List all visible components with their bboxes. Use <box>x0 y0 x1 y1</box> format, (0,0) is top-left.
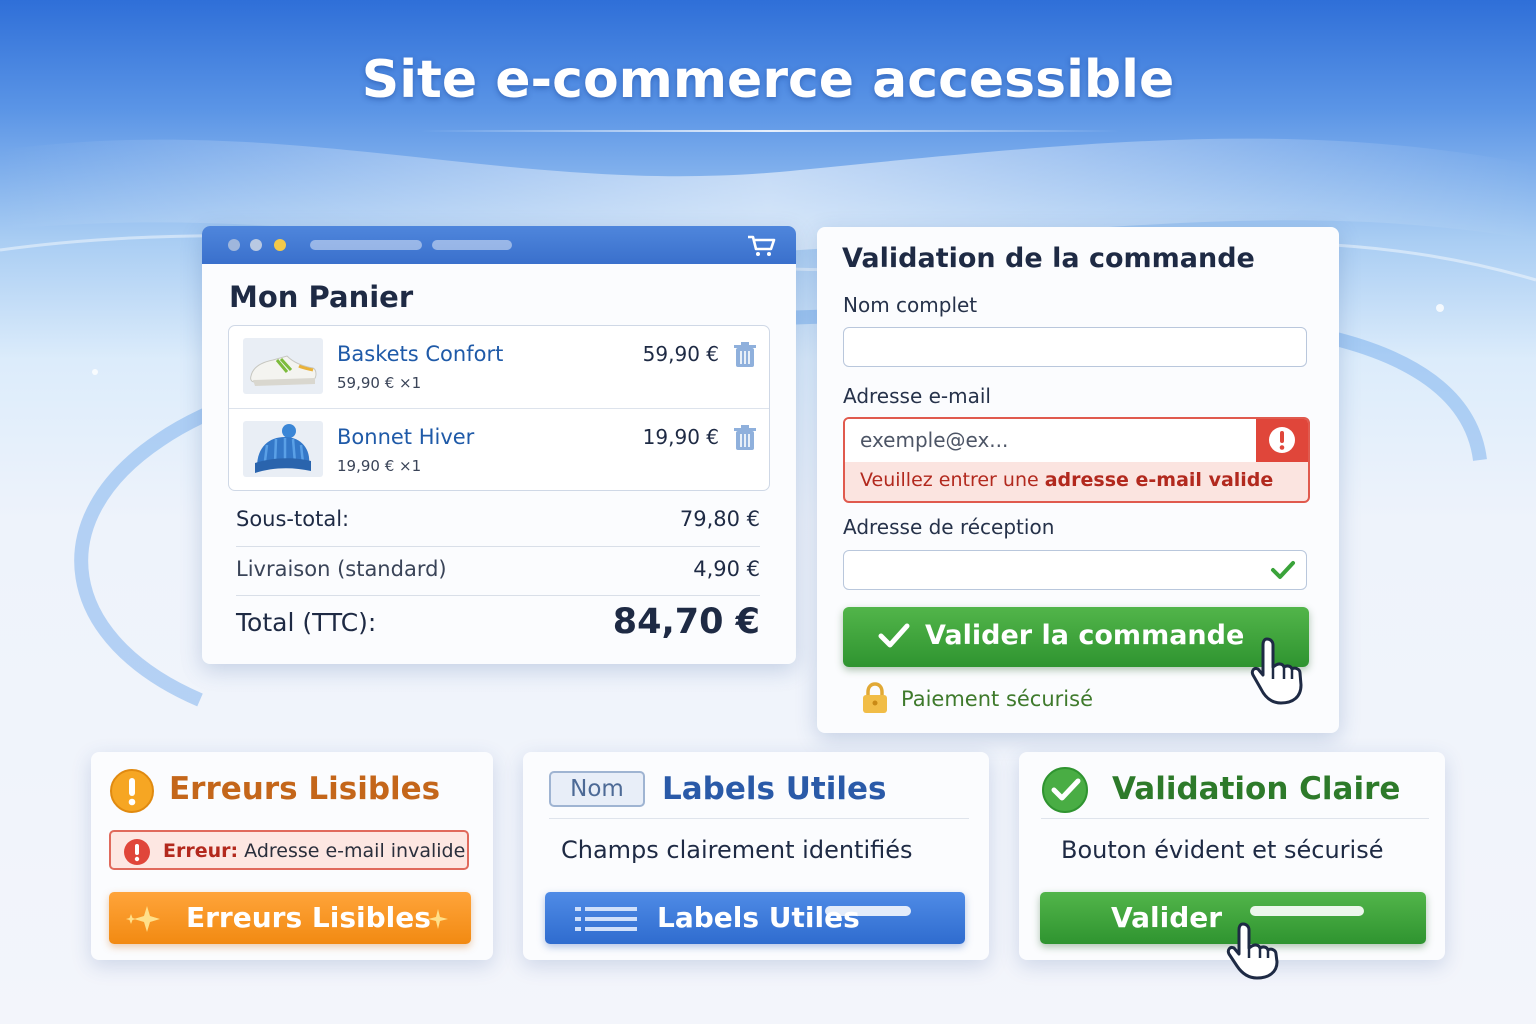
readable-errors-button[interactable]: Erreurs Lisibles <box>109 892 471 944</box>
card-description: Champs clairement identifiés <box>561 836 913 864</box>
window-dot <box>228 239 240 251</box>
shipping-address-label: Adresse de réception <box>843 515 1055 539</box>
highlight-stroke <box>1250 906 1364 916</box>
alert-icon <box>124 839 150 865</box>
cart-items-list: Baskets Confort 59,90 € ×1 59,90 € Bonne… <box>228 325 770 491</box>
shipping-address-input[interactable] <box>843 550 1307 590</box>
highlight-stroke <box>825 906 911 916</box>
secure-payment-label: Paiement sécurisé <box>901 687 1093 711</box>
trash-icon[interactable] <box>733 425 757 451</box>
error-chip-text: Erreur: Adresse e-mail invalide <box>163 840 466 862</box>
subtotal-value: 79,80 € <box>679 507 760 531</box>
page-title: Site e-commerce accessible <box>361 50 1175 110</box>
beanie-icon <box>243 421 323 477</box>
useful-labels-button[interactable]: Labels Utiles <box>545 892 965 944</box>
shipping-row: Livraison (standard) 4,90 € <box>236 557 760 581</box>
list-icon <box>575 907 637 931</box>
title-divider <box>420 130 1120 132</box>
card-description: Bouton évident et sécurisé <box>1061 836 1384 864</box>
address-bar-placeholder <box>432 240 512 250</box>
item-price: 19,90 € <box>642 425 719 449</box>
item-unit-price: 59,90 € ×1 <box>337 374 422 392</box>
card-clear-validation: Validation Claire Bouton évident et sécu… <box>1019 752 1445 980</box>
cart-item: Baskets Confort 59,90 € ×1 59,90 € <box>229 326 769 408</box>
email-input[interactable]: exemple@ex... <box>845 419 1258 462</box>
window-titlebar <box>202 226 796 264</box>
subtotal-row: Sous-total: 79,80 € <box>236 507 760 531</box>
field-tag: Nom <box>549 771 645 807</box>
card-readable-errors: Erreurs Lisibles Erreur: Adresse e-mail … <box>91 752 493 960</box>
readable-errors-button-label: Erreurs Lisibles <box>186 901 431 934</box>
checkmark-icon <box>1271 561 1295 579</box>
address-bar-placeholder <box>310 240 422 250</box>
full-name-input[interactable] <box>843 327 1307 367</box>
divider <box>1041 818 1429 819</box>
cart-item: Bonnet Hiver 19,90 € ×1 19,90 € <box>229 408 769 491</box>
checkmark-icon <box>878 623 910 648</box>
email-placeholder: exemple@ex... <box>860 428 1009 452</box>
validate-button-label: Valider <box>1111 901 1223 934</box>
sneaker-icon <box>243 338 323 394</box>
divider <box>549 818 969 819</box>
cart-title: Mon Panier <box>229 280 414 314</box>
cart-window: Mon Panier Baskets Confort 59,90 € ×1 59… <box>202 226 796 664</box>
error-badge <box>1256 419 1308 462</box>
pointer-hand-icon <box>1250 637 1303 705</box>
card-title: Labels Utiles <box>662 771 887 807</box>
email-label: Adresse e-mail <box>843 384 991 408</box>
card-useful-labels: Nom Labels Utiles Champs clairement iden… <box>523 752 989 960</box>
email-field-error: exemple@ex... Veuillez entrer une adress… <box>843 417 1310 503</box>
total-row: Total (TTC): 84,70 € <box>236 602 760 642</box>
warning-icon <box>110 769 154 813</box>
pointer-hand-icon <box>1226 922 1279 980</box>
alert-icon <box>1269 427 1295 453</box>
check-circle-icon <box>1042 767 1088 813</box>
order-validation-panel: Validation de la commande Nom complet Ad… <box>817 227 1339 733</box>
item-unit-price: 19,90 € ×1 <box>337 457 422 475</box>
card-title: Validation Claire <box>1112 771 1401 807</box>
email-error-message: Veuillez entrer une adresse e-mail valid… <box>860 469 1274 491</box>
validate-order-label: Valider la commande <box>925 620 1245 651</box>
cart-icon[interactable] <box>746 234 778 258</box>
sparkle-icon <box>428 909 448 929</box>
order-title: Validation de la commande <box>842 243 1255 274</box>
trash-icon[interactable] <box>733 342 757 368</box>
lock-icon <box>863 682 887 713</box>
total-value: 84,70 € <box>612 602 760 642</box>
item-name[interactable]: Baskets Confort <box>337 342 503 366</box>
shipping-label: Livraison (standard) <box>236 557 447 581</box>
name-label: Nom complet <box>843 293 978 317</box>
total-label: Total (TTC): <box>236 608 377 637</box>
item-price: 59,90 € <box>642 342 719 366</box>
error-message-chip: Erreur: Adresse e-mail invalide <box>109 830 469 870</box>
window-dot <box>274 239 286 251</box>
divider <box>236 546 760 547</box>
subtotal-label: Sous-total: <box>236 507 350 531</box>
card-title: Erreurs Lisibles <box>169 771 441 807</box>
validate-order-button[interactable]: Valider la commande <box>843 607 1309 667</box>
window-dot <box>250 239 262 251</box>
shipping-value: 4,90 € <box>693 557 760 581</box>
sparkle-icon <box>126 906 160 932</box>
item-name[interactable]: Bonnet Hiver <box>337 425 474 449</box>
divider <box>236 595 760 596</box>
